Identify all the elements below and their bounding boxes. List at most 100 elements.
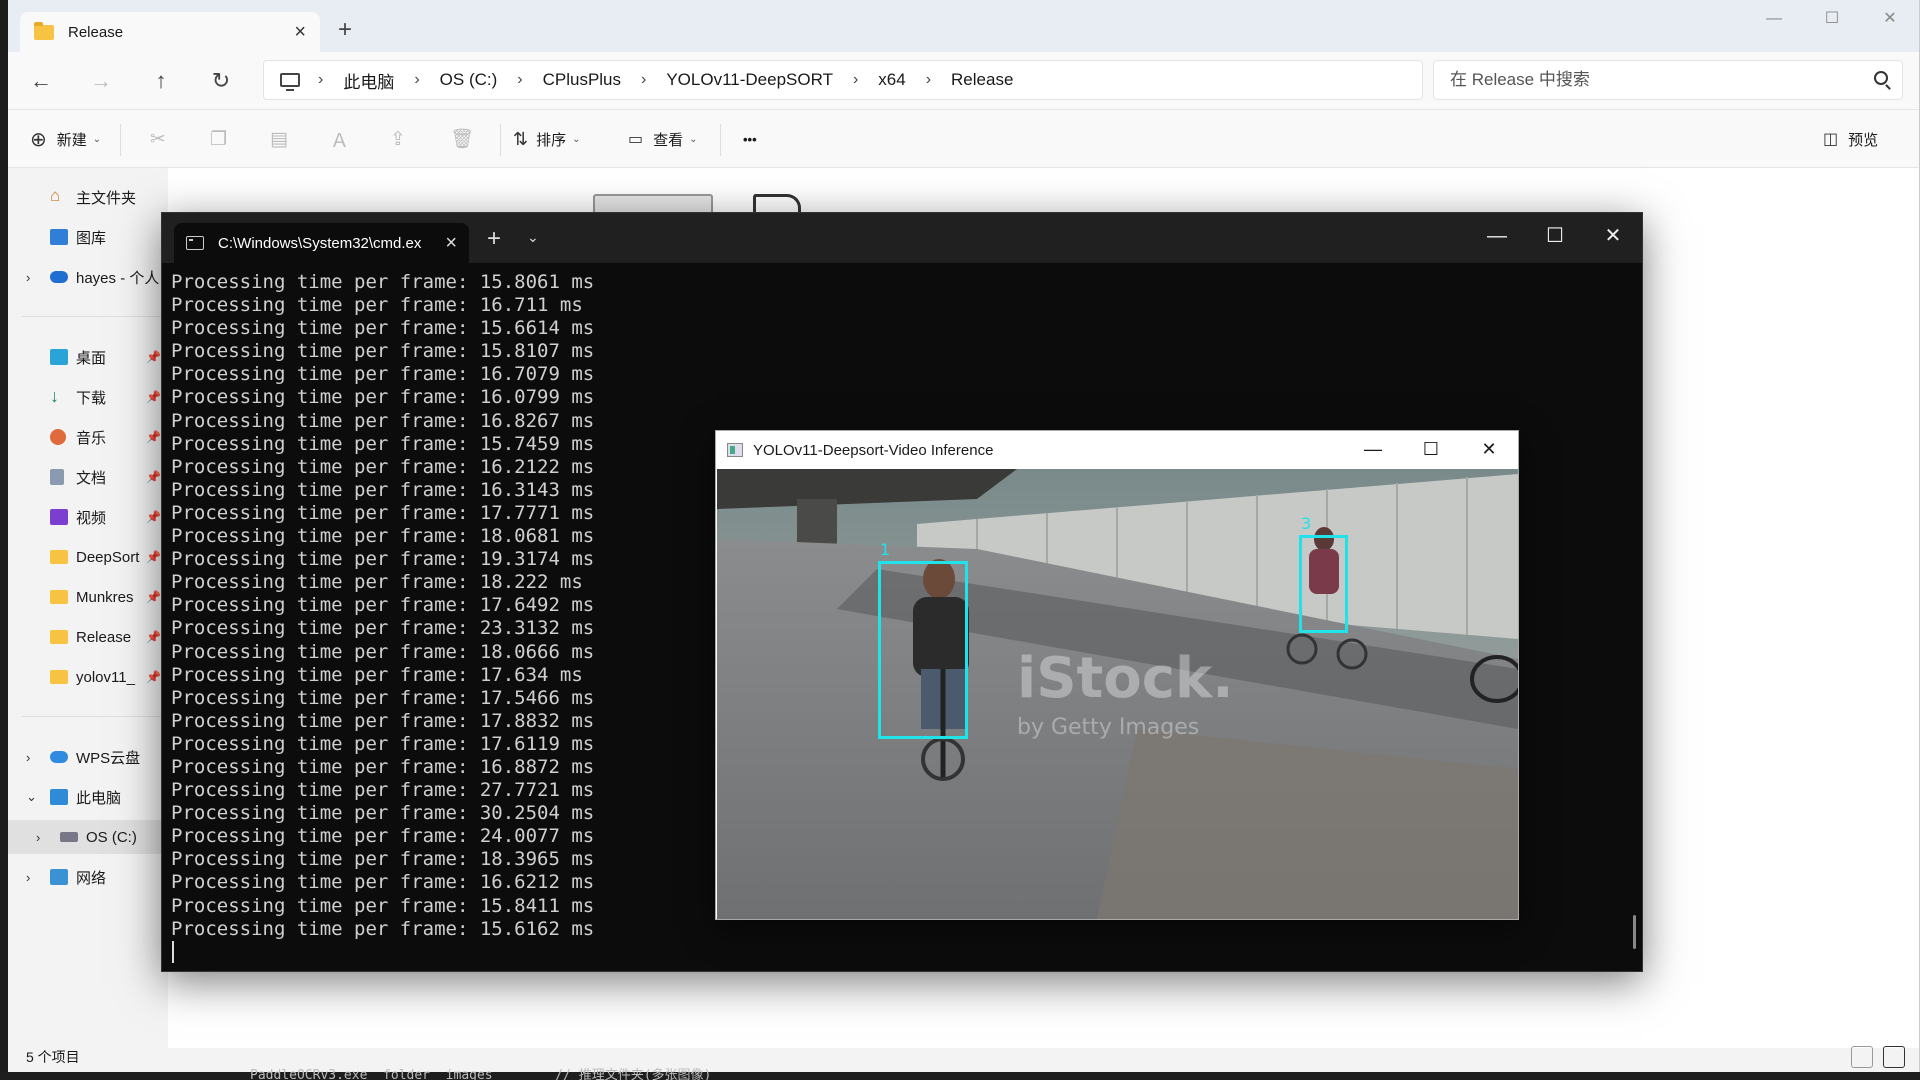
chevron-right-icon[interactable]: › <box>26 870 30 885</box>
details-view-icon[interactable] <box>1851 1046 1873 1068</box>
computer-icon <box>50 789 68 805</box>
track-id-label: 3 <box>1301 514 1312 533</box>
pin-icon: 📌 <box>146 350 161 364</box>
maximize-button[interactable]: ☐ <box>1402 431 1460 469</box>
search-input[interactable] <box>1434 61 1834 99</box>
sidebar-item-home[interactable]: ⌂ 主文件夹 <box>8 180 163 214</box>
navigation-pane: ⌂ 主文件夹 图库 › hayes - 个人 桌面 📌 ↓ 下载 📌 音乐 📌 <box>8 168 163 1048</box>
sidebar-item-label: Release <box>76 628 132 646</box>
scrollbar[interactable] <box>1633 915 1636 949</box>
preview-button[interactable]: ◫ 预览 <box>1823 124 1878 154</box>
folder-icon <box>50 550 68 564</box>
chevron-down-icon: ⌄ <box>572 133 581 145</box>
sidebar-item-yolov11[interactable]: yolov11_ 📌 <box>8 660 163 694</box>
maximize-button[interactable]: ☐ <box>1526 213 1584 263</box>
chevron-right-icon: › <box>641 71 647 88</box>
copy-icon[interactable]: ❐ <box>210 124 227 154</box>
breadcrumb-item[interactable]: YOLOv11-DeepSORT <box>666 70 833 90</box>
divider <box>22 316 162 317</box>
delete-icon[interactable]: 🗑 <box>450 124 474 154</box>
terminal-output[interactable]: Processing time per frame: 15.8061 ms Pro… <box>171 271 594 941</box>
download-icon: ↓ <box>50 386 59 406</box>
sidebar-item-release[interactable]: Release 📌 <box>8 620 163 654</box>
pin-icon: 📌 <box>146 590 161 604</box>
breadcrumb-item[interactable]: Release <box>951 70 1013 90</box>
close-tab-icon[interactable]: × <box>445 232 457 255</box>
detection-box-1 <box>878 561 968 739</box>
sort-button[interactable]: ⇅ 排序 ⌄ <box>513 124 581 154</box>
terminal-line: Processing time per frame: 18.3965 ms <box>171 848 595 871</box>
sidebar-item-downloads[interactable]: ↓ 下载 📌 <box>8 380 163 414</box>
chevron-right-icon[interactable]: › <box>26 270 30 285</box>
close-tab-icon[interactable]: × <box>294 21 306 44</box>
file-icon[interactable] <box>753 194 801 214</box>
sidebar-item-music[interactable]: 音乐 📌 <box>8 420 163 454</box>
refresh-button[interactable]: ↻ <box>203 64 239 100</box>
new-tab-button[interactable]: + <box>338 16 352 44</box>
sidebar-item-videos[interactable]: 视频 📌 <box>8 500 163 534</box>
forward-button[interactable]: → <box>83 64 119 100</box>
sidebar-item-desktop[interactable]: 桌面 📌 <box>8 340 163 374</box>
cut-icon[interactable]: ✂ <box>150 124 166 154</box>
breadcrumb-item[interactable]: CPlusPlus <box>543 70 621 90</box>
maximize-button[interactable]: ☐ <box>1803 0 1861 40</box>
sidebar-item-gallery[interactable]: 图库 <box>8 220 163 254</box>
share-icon[interactable]: ⇪ <box>390 124 406 154</box>
breadcrumb-item[interactable]: x64 <box>878 70 905 90</box>
sidebar-item-label: 此电脑 <box>76 789 122 807</box>
sidebar-item-network[interactable]: › 网络 <box>8 860 163 894</box>
sidebar-item-documents[interactable]: 文档 📌 <box>8 460 163 494</box>
paste-icon[interactable]: ▤ <box>270 124 288 154</box>
terminal-line: Processing time per frame: 17.6492 ms <box>171 594 595 617</box>
new-button[interactable]: ⊕ 新建 ⌄ <box>30 124 101 154</box>
tiles-view-icon[interactable] <box>1883 1046 1905 1068</box>
sidebar-item-onedrive[interactable]: › hayes - 个人 <box>8 260 163 294</box>
minimize-button[interactable]: — <box>1344 431 1402 469</box>
terminal-line: Processing time per frame: 18.0666 ms <box>171 640 595 663</box>
breadcrumb-item[interactable]: 此电脑 <box>343 68 394 93</box>
sidebar-item-label: hayes - 个人 <box>76 269 160 287</box>
chevron-right-icon[interactable]: › <box>26 750 30 765</box>
rename-icon[interactable]: Ａ <box>330 124 349 154</box>
breadcrumb-item[interactable]: OS (C:) <box>440 70 498 90</box>
close-button[interactable]: ✕ <box>1460 431 1518 469</box>
watermark-sub: by Getty Images <box>1017 715 1199 740</box>
chevron-down-icon[interactable]: ⌄ <box>26 789 37 805</box>
minimize-button[interactable]: — <box>1745 0 1803 40</box>
terminal-line: Processing time per frame: 17.8832 ms <box>171 709 595 732</box>
sidebar-item-label: WPS云盘 <box>76 749 141 767</box>
explorer-tab[interactable]: Release × <box>20 12 320 52</box>
sidebar-item-munkres[interactable]: Munkres 📌 <box>8 580 163 614</box>
pin-icon: 📌 <box>146 670 161 684</box>
divider <box>500 124 501 156</box>
sidebar-item-label: DeepSort <box>76 548 140 566</box>
sidebar-item-wps[interactable]: › WPS云盘 <box>8 740 163 774</box>
sidebar-item-label: OS (C:) <box>86 828 137 846</box>
minimize-button[interactable]: — <box>1468 213 1526 263</box>
new-tab-button[interactable]: + <box>487 225 501 253</box>
detection-box-3 <box>1299 535 1348 633</box>
chevron-right-icon[interactable]: › <box>36 830 40 845</box>
terminal-tab[interactable]: C:\Windows\System32\cmd.ex × <box>174 223 469 263</box>
breadcrumb[interactable]: › 此电脑 › OS (C:) › CPlusPlus › YOLOv11-De… <box>263 60 1423 100</box>
terminal-line: Processing time per frame: 18.222 ms <box>171 571 583 594</box>
close-button[interactable]: ✕ <box>1861 0 1919 40</box>
chevron-down-icon[interactable]: ⌄ <box>527 229 539 246</box>
back-button[interactable]: ← <box>23 64 59 100</box>
folder-icon <box>50 670 68 684</box>
close-button[interactable]: ✕ <box>1584 213 1642 263</box>
file-thumbnail[interactable] <box>593 194 713 214</box>
terminal-line: Processing time per frame: 15.8411 ms <box>171 894 595 917</box>
sidebar-item-label: 视频 <box>76 509 107 527</box>
sidebar-item-drive-c[interactable]: › OS (C:) <box>8 820 163 854</box>
divider <box>22 716 162 717</box>
search-icon[interactable] <box>1874 71 1888 85</box>
up-button[interactable]: ↑ <box>143 64 179 100</box>
sidebar-item-deepsort[interactable]: DeepSort 📌 <box>8 540 163 574</box>
view-button[interactable]: ▭ 查看 ⌄ <box>628 124 698 154</box>
terminal-line: Processing time per frame: 17.634 ms <box>171 663 583 686</box>
sidebar-item-label: 文档 <box>76 469 107 487</box>
sidebar-item-thispc[interactable]: ⌄ 此电脑 <box>8 780 163 814</box>
cloud-icon <box>50 271 68 283</box>
more-options-button[interactable]: ••• <box>743 124 757 154</box>
